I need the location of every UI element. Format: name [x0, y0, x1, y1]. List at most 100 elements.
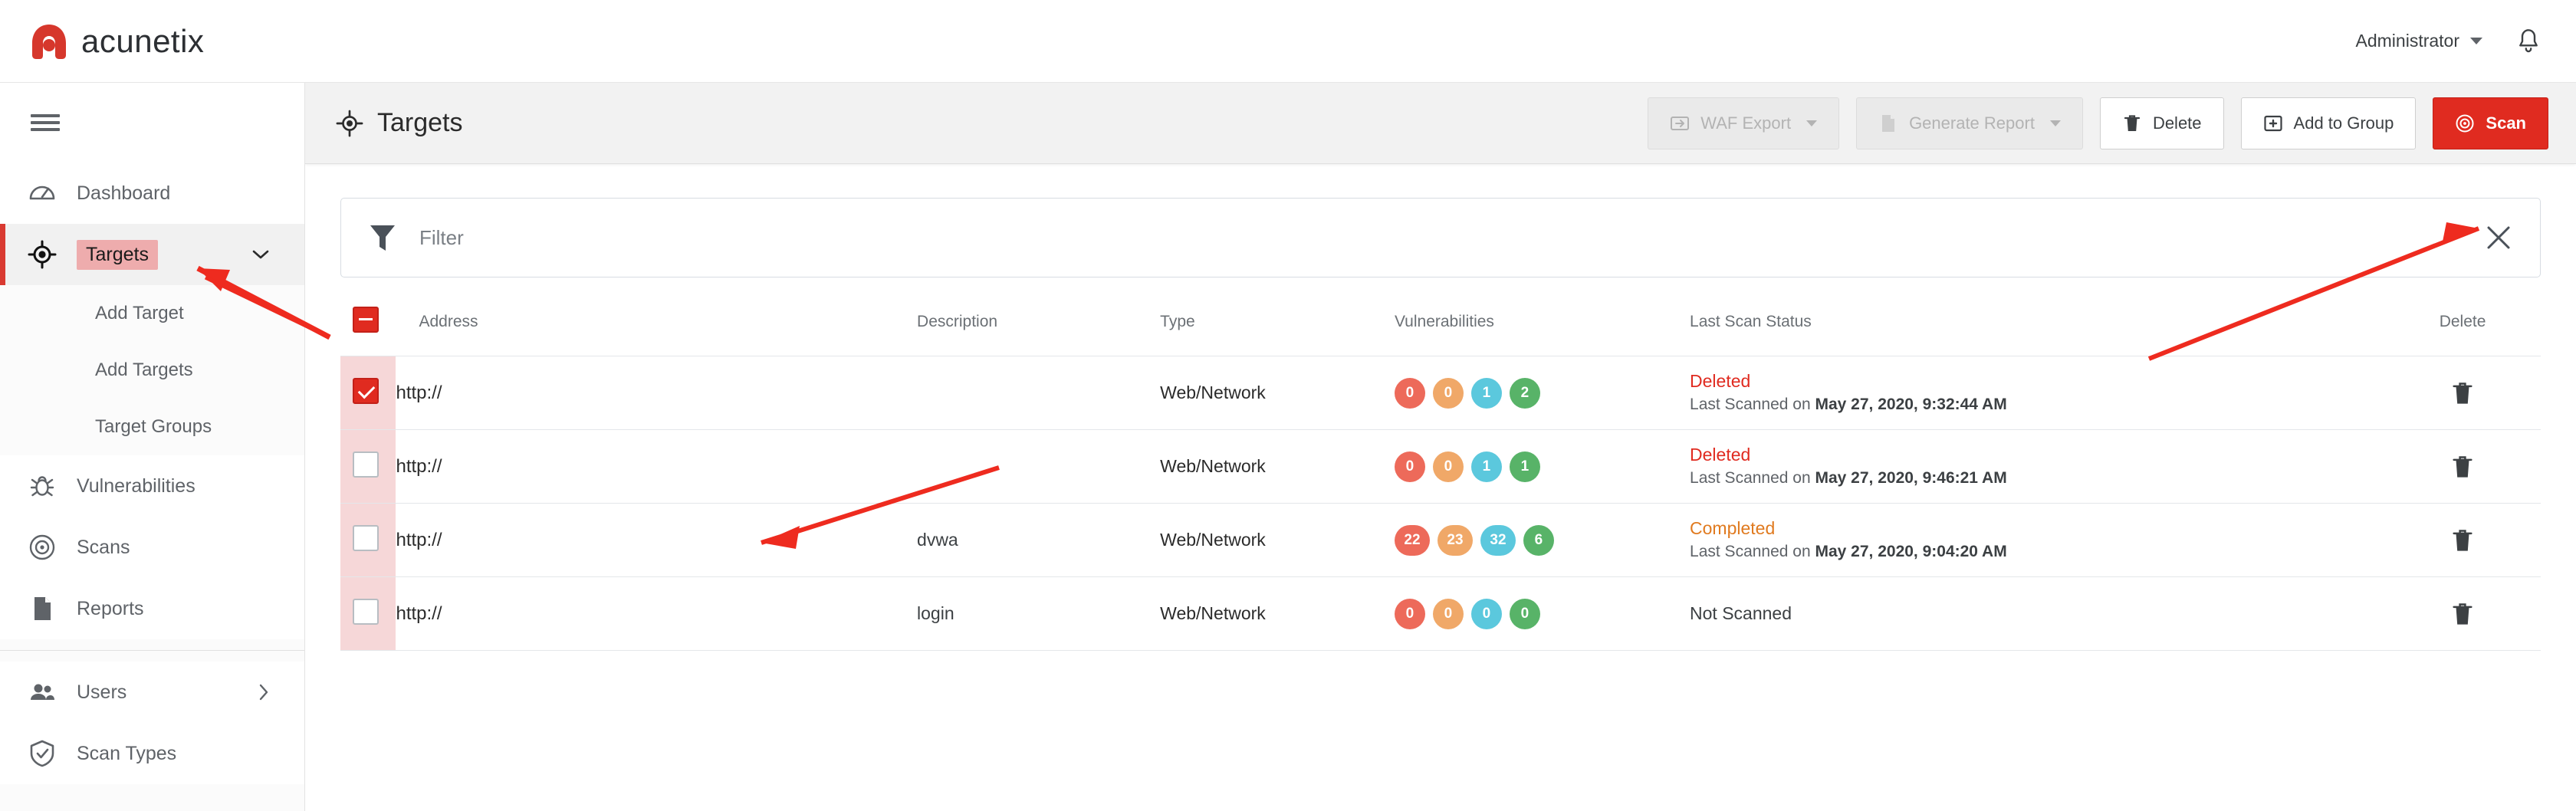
row-status-text: Not Scanned — [1690, 603, 1792, 623]
main-content: Targets WAF Export Generate Report Delet… — [305, 83, 2576, 811]
hamburger-menu-icon[interactable] — [0, 83, 304, 163]
top-bar: acunetix Administrator — [0, 0, 2576, 83]
column-header-last-scan-status[interactable]: Last Scan Status — [1690, 307, 2384, 356]
table-row[interactable]: http://Web/Network 0 0 1 1 Deleted Last Scanne… — [340, 429, 2541, 504]
row-last-scanned-text: Last Scanned on May 27, 2020, 9:46:21 AM — [1690, 467, 2384, 490]
severity-pill-medium: 0 — [1432, 377, 1464, 409]
severity-pill-info: 6 — [1523, 524, 1554, 556]
brand-name: acunetix — [81, 22, 205, 59]
row-status-cell: Deleted Last Scanned on May 27, 2020, 9:3… — [1690, 356, 2385, 430]
table-row[interactable]: http://login Web/Network 0 0 0 0 Not Scanned — [340, 576, 2541, 651]
severity-pill-info: 0 — [1509, 598, 1540, 629]
select-all-checkbox[interactable] — [353, 307, 379, 333]
filter-input[interactable]: Filter — [419, 226, 464, 250]
column-header-type[interactable]: Type — [1160, 307, 1395, 356]
row-select-checkbox[interactable] — [353, 451, 379, 478]
severity-pill-low: 1 — [1470, 451, 1502, 482]
row-vulnerabilities-cell: 22 23 32 6 — [1394, 503, 1691, 577]
filter-bar[interactable]: Filter — [340, 198, 2541, 277]
chevron-down-icon[interactable] — [252, 249, 269, 260]
column-header-vulnerabilities[interactable]: Vulnerabilities — [1395, 307, 1690, 356]
table-header: Address Description Type Vulnerabilities… — [340, 307, 2541, 356]
severity-pill-low: 0 — [1470, 598, 1502, 629]
user-menu[interactable]: Administrator — [2356, 31, 2482, 51]
row-type-cell: Web/Network — [1160, 503, 1395, 577]
row-select-cell[interactable] — [340, 576, 396, 651]
row-delete-cell[interactable] — [2384, 503, 2541, 577]
row-select-cell[interactable] — [340, 503, 396, 577]
bug-icon — [30, 476, 54, 497]
row-vulnerabilities-cell: 0011 — [1394, 429, 1691, 504]
bell-icon[interactable] — [2516, 28, 2541, 55]
brand-logo[interactable]: acunetix — [28, 20, 204, 63]
severity-pill-group: 22 23 32 6 — [1394, 524, 1690, 556]
row-description-cell: login — [917, 576, 1161, 651]
page-title: Targets — [377, 108, 463, 137]
document-report-icon — [34, 597, 51, 620]
sidebar-item-scan-types[interactable]: Scan Types — [0, 723, 304, 784]
page-title-wrap: Targets — [336, 108, 463, 138]
column-header-address[interactable]: Address — [396, 307, 917, 356]
severity-pill-info: 2 — [1509, 377, 1540, 409]
trash-icon[interactable] — [2451, 380, 2474, 406]
row-description-cell — [917, 429, 1161, 504]
severity-pill-group: 0000 — [1394, 598, 1690, 629]
sidebar-item-scans[interactable]: Scans — [0, 517, 304, 578]
row-status-text: Deleted — [1690, 444, 1751, 465]
trash-icon[interactable] — [2451, 601, 2474, 627]
delete-button[interactable]: Delete — [2099, 97, 2224, 149]
row-status-cell: Not Scanned — [1690, 576, 2385, 651]
sidebar-subitem-add-targets[interactable]: Add Targets — [0, 342, 304, 399]
row-address-cell[interactable]: http:// — [396, 576, 918, 651]
funnel-filter-icon — [370, 225, 395, 251]
trash-icon — [2124, 114, 2141, 131]
sidebar-subitem-add-target[interactable]: Add Target — [0, 285, 304, 342]
page-header: Targets WAF Export Generate Report Delet… — [305, 83, 2576, 164]
row-description-cell: dvwa — [917, 503, 1161, 577]
row-address-cell[interactable]: http:// — [396, 356, 918, 430]
row-select-checkbox[interactable] — [353, 525, 379, 551]
sidebar-subitem-target-groups[interactable]: Target Groups — [0, 399, 304, 455]
content-area: Filter Address Description Type Vulnerab… — [305, 164, 2576, 651]
scan-button[interactable]: Scan — [2433, 97, 2548, 149]
dashboard-gauge-icon — [29, 186, 55, 200]
sidebar-item-users[interactable]: Users — [0, 662, 304, 723]
row-select-checkbox[interactable] — [353, 599, 379, 625]
row-address-cell[interactable]: http:// — [396, 429, 918, 504]
severity-pill-high: 22 — [1394, 524, 1430, 556]
trash-icon[interactable] — [2451, 527, 2474, 553]
row-select-cell[interactable] — [340, 356, 396, 430]
table-row[interactable]: http://dvwa Web/Network 22 23 32 6 Completed La… — [340, 503, 2541, 577]
row-select-cell[interactable] — [340, 429, 396, 504]
row-type-cell: Web/Network — [1160, 356, 1395, 430]
sidebar-subitem-label: Add Targets — [95, 360, 193, 380]
chevron-down-icon — [2049, 120, 2061, 126]
waf-export-button[interactable]: WAF Export — [1648, 97, 1840, 149]
row-description-cell — [917, 356, 1161, 430]
table-row[interactable]: http:// Web/Network 0 0 1 2 Deleted Last Scanne… — [340, 356, 2541, 430]
generate-report-button[interactable]: Generate Report — [1856, 97, 2083, 149]
row-delete-cell[interactable] — [2384, 356, 2541, 430]
column-header-description[interactable]: Description — [917, 307, 1160, 356]
row-vulnerabilities-cell: 0012 — [1394, 356, 1691, 430]
row-select-checkbox[interactable] — [353, 378, 379, 404]
sidebar-item-vulnerabilities[interactable]: Vulnerabilities — [0, 455, 304, 517]
shield-icon — [30, 740, 54, 767]
crosshair-target-icon — [28, 240, 57, 269]
sidebar-item-targets[interactable]: Targets — [0, 224, 304, 285]
sidebar-item-dashboard[interactable]: Dashboard — [0, 163, 304, 224]
sidebar-item-reports[interactable]: Reports — [0, 578, 304, 639]
close-x-icon[interactable] — [2483, 222, 2514, 253]
chevron-right-icon[interactable] — [258, 684, 269, 701]
trash-icon[interactable] — [2451, 454, 2474, 480]
row-delete-cell[interactable] — [2384, 429, 2541, 504]
sidebar-item-label: Reports — [77, 597, 144, 619]
row-type-cell: Web/Network — [1160, 576, 1395, 651]
row-address-cell[interactable]: http:// — [396, 503, 918, 577]
add-to-group-button[interactable]: Add to Group — [2240, 97, 2417, 149]
waf-export-label: WAF Export — [1700, 113, 1792, 133]
top-bar-right: Administrator — [2356, 28, 2541, 55]
sidebar-subitem-label: Add Target — [95, 303, 184, 323]
row-delete-cell[interactable] — [2384, 576, 2541, 651]
severity-pill-low: 32 — [1480, 524, 1516, 556]
